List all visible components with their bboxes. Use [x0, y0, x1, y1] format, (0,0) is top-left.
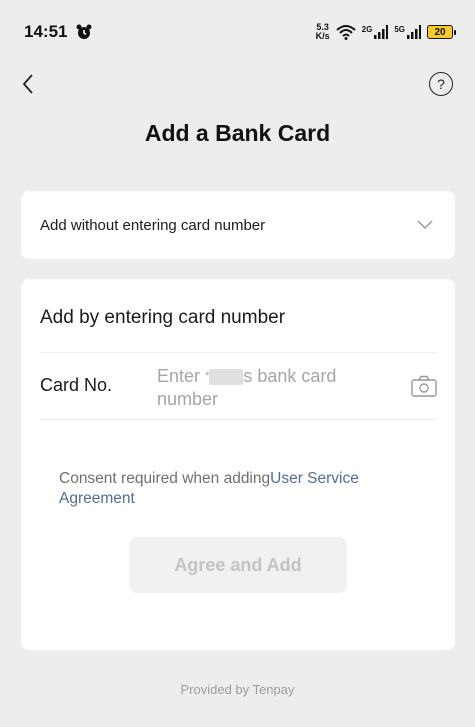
consent-label: Consent required when adding [59, 470, 271, 487]
signal-5g-label: 5G [394, 25, 405, 34]
network-speed: 5.3 K/s [316, 23, 330, 41]
add-without-card-number-label: Add without entering card number [40, 216, 266, 234]
redacted-name [209, 369, 244, 386]
card-number-row: Card No. Enter * s bank card number [40, 353, 437, 419]
question-mark-icon: ? [437, 76, 445, 92]
status-bar: 14:51 5.3 K/s 2G 5G 20 [0, 0, 475, 64]
chevron-left-icon [22, 74, 33, 94]
back-button[interactable] [14, 70, 42, 98]
card-number-input[interactable]: Enter * s bank card number [157, 365, 387, 411]
divider [40, 419, 437, 420]
battery-icon: 20 [427, 25, 456, 39]
clock: 14:51 [24, 22, 68, 41]
signal-5g-icon: 5G [394, 25, 421, 39]
camera-icon[interactable] [411, 375, 437, 397]
screen: 14:51 5.3 K/s 2G 5G 20 ? Add a Bank Card… [0, 0, 475, 727]
add-without-card-number-row[interactable]: Add without entering card number [21, 191, 455, 259]
consent-text: Consent required when addingUser Service… [59, 469, 419, 509]
battery-level: 20 [434, 26, 446, 38]
section-title: Add by entering card number [40, 307, 286, 328]
card-number-label: Card No. [40, 375, 113, 395]
status-left: 14:51 [24, 22, 93, 42]
help-button[interactable]: ? [429, 72, 453, 96]
manual-add-card: Add by entering card number Card No. Ent… [21, 279, 455, 650]
chevron-down-icon [417, 220, 433, 230]
placeholder-prefix: Enter [157, 366, 206, 386]
signal-2g-label: 2G [361, 25, 373, 34]
agree-and-add-button[interactable]: Agree and Add [129, 537, 347, 593]
network-speed-unit: K/s [315, 31, 330, 41]
page-title: Add a Bank Card [144, 120, 331, 146]
status-icons: 5.3 K/s 2G 5G 20 [316, 23, 456, 41]
wifi-icon [335, 25, 356, 40]
footer-provider: Provided by Tenpay [180, 682, 295, 697]
alarm-icon [76, 24, 92, 39]
signal-2g-icon: 2G [362, 25, 389, 39]
